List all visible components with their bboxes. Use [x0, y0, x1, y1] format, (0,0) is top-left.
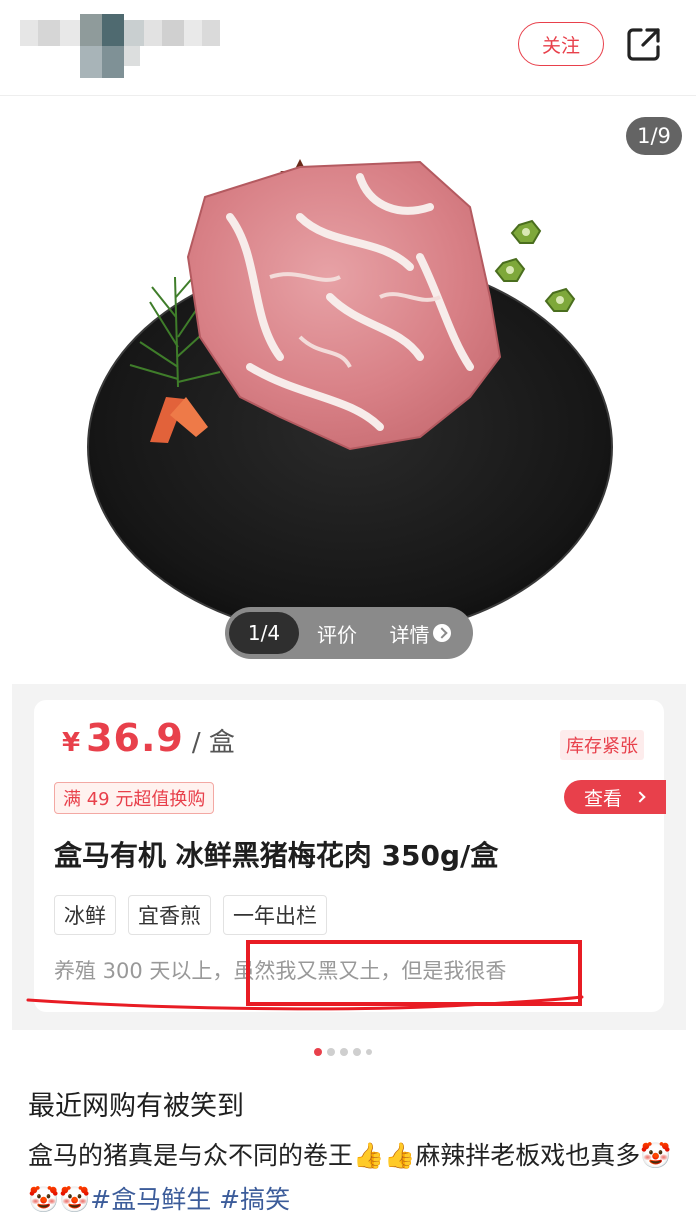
feature-tags: 冰鲜 宜香煎 一年出栏	[54, 895, 327, 935]
product-photo-pork-on-plate	[87, 159, 613, 638]
description-part-1: 养殖 300 天以上，	[54, 959, 234, 983]
tab-gallery-index[interactable]: 1/4	[229, 612, 299, 654]
promotion-tag: 满 49 元超值换购	[54, 782, 215, 814]
carousel-dot-active	[314, 1048, 322, 1056]
view-button[interactable]: 查看	[564, 780, 666, 814]
blurred-author-avatar[interactable]	[20, 14, 220, 78]
hashtag-link[interactable]: #搞笑	[219, 1185, 290, 1214]
feature-tag: 一年出栏	[223, 895, 327, 935]
stock-status-badge: 库存紧张	[560, 730, 644, 760]
feature-tag: 冰鲜	[54, 895, 116, 935]
chevron-right-circle-icon	[432, 624, 451, 642]
post-body-text-2: 麻辣拌老板戏也真多	[415, 1141, 641, 1170]
hashtag-link[interactable]: #盒马鲜生	[90, 1185, 211, 1214]
chevron-right-icon	[634, 791, 646, 803]
share-icon[interactable]	[626, 26, 662, 62]
price-value: 36.9	[86, 716, 184, 760]
tab-details-label: 详情	[389, 622, 430, 647]
thumbs-up-emoji-icon: 👍👍	[353, 1141, 416, 1170]
post-body: 盒马的猪真是与众不同的卷王👍👍麻辣拌老板戏也真多🤡🤡🤡#盒马鲜生 #搞笑	[28, 1134, 678, 1222]
top-bar: 关注	[0, 0, 696, 96]
price-unit: / 盒	[191, 728, 235, 758]
carousel-dot	[366, 1049, 372, 1055]
product-image-carousel[interactable]	[0, 97, 696, 687]
carousel-dots	[314, 1048, 372, 1056]
follow-button[interactable]: 关注	[518, 22, 604, 66]
view-button-label: 查看	[584, 787, 623, 810]
tab-details[interactable]: 详情	[375, 612, 465, 654]
carousel-dot	[327, 1048, 335, 1056]
image-counter-badge: 1/9	[626, 117, 682, 155]
currency-symbol: ¥	[62, 728, 81, 758]
price: ¥ 36.9 / 盒	[62, 716, 235, 760]
tab-reviews[interactable]: 评价	[299, 612, 375, 654]
feature-tag: 宜香煎	[128, 895, 211, 935]
carousel-dot	[353, 1048, 361, 1056]
image-tab-switcher: 1/4 评价 详情	[225, 607, 473, 659]
red-hand-drawn-underline	[26, 995, 584, 1011]
product-title: 盒马有机 冰鲜黑猪梅花肉 350g/盒	[54, 839, 499, 872]
post-title: 最近网购有被笑到	[28, 1091, 244, 1122]
post-body-text: 盒马的猪真是与众不同的卷王	[28, 1141, 354, 1170]
carousel-dot	[340, 1048, 348, 1056]
